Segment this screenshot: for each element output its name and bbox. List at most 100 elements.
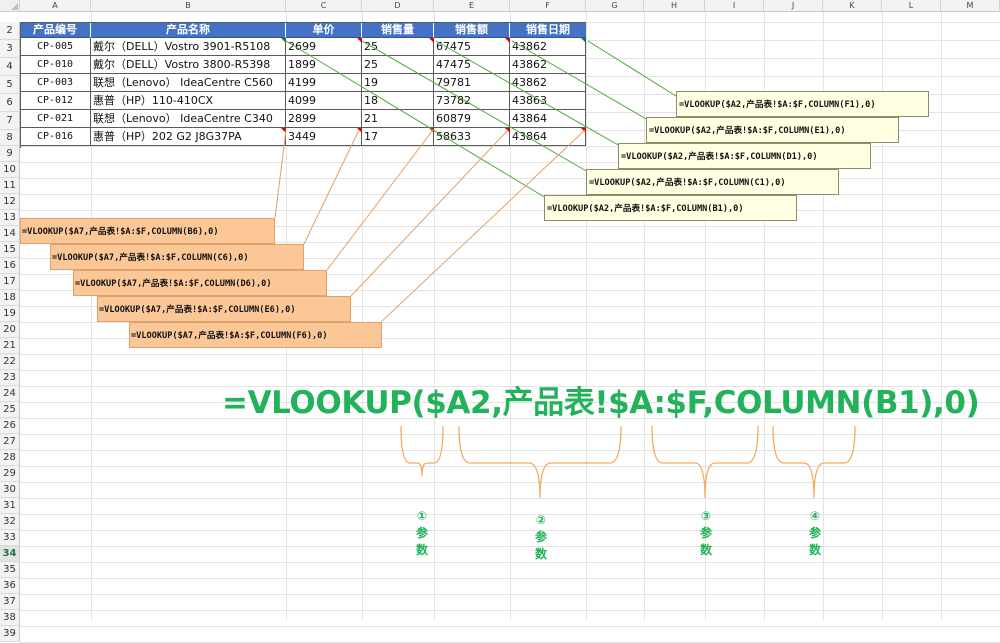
row-header-25[interactable]: 25 [0,402,20,418]
row-header-34[interactable]: 34 [0,546,20,562]
comment-yellow-f[interactable]: =VLOOKUP($A2,产品表!$A:$F,COLUMN(F1),0) [676,91,929,117]
cell-d5[interactable]: 18 [362,92,434,110]
comment-yellow-b[interactable]: =VLOOKUP($A2,产品表!$A:$F,COLUMN(B1),0) [544,195,797,221]
row-header-38[interactable]: 38 [0,610,20,626]
cell-c4[interactable]: 4199 [286,74,362,92]
cell-f7[interactable]: 43864 [510,128,586,146]
row-header-10[interactable]: 10 [0,162,20,178]
cell-e3[interactable]: 47475 [434,56,510,74]
header-cell-e[interactable]: 销售额 [434,22,510,38]
column-header-a[interactable]: A [20,0,91,12]
cell-b7[interactable]: 惠普（HP）202 G2 J8G37PA [91,128,286,146]
cell-c3[interactable]: 1899 [286,56,362,74]
row-header-30[interactable]: 30 [0,482,20,498]
cell-a5[interactable]: CP-012 [20,92,91,110]
comment-indicator[interactable] [357,38,362,43]
row-header-36[interactable]: 36 [0,578,20,594]
column-header-g[interactable]: G [586,0,644,12]
row-header-6[interactable]: 6 [0,94,20,112]
cell-d7[interactable]: 17 [362,128,434,146]
column-header-l[interactable]: L [882,0,941,12]
row-header-27[interactable]: 27 [0,434,20,450]
row-header-24[interactable]: 24 [0,386,20,402]
row-header-37[interactable]: 37 [0,594,20,610]
comment-orange-c[interactable]: =VLOOKUP($A7,产品表!$A:$F,COLUMN(C6),0) [50,244,304,270]
row-header-29[interactable]: 29 [0,466,20,482]
cell-f6[interactable]: 43864 [510,110,586,128]
comment-indicator[interactable] [581,38,586,43]
column-header-f[interactable]: F [510,0,586,12]
row-header-3[interactable]: 3 [0,40,20,58]
select-all-corner[interactable] [0,0,20,12]
row-header-31[interactable]: 31 [0,498,20,514]
cell-a6[interactable]: CP-021 [20,110,91,128]
comment-orange-f[interactable]: =VLOOKUP($A7,产品表!$A:$F,COLUMN(F6),0) [129,322,382,348]
header-cell-b[interactable]: 产品名称 [91,22,286,38]
cell-f4[interactable]: 43862 [510,74,586,92]
cell-b2[interactable]: 戴尔（DELL）Vostro 3901-R5108 [91,38,286,56]
cell-b6[interactable]: 联想（Lenovo） IdeaCentre C340 [91,110,286,128]
cell-d4[interactable]: 19 [362,74,434,92]
row-header-12[interactable]: 12 [0,194,20,210]
column-header-e[interactable]: E [434,0,510,12]
column-header-b[interactable]: B [91,0,286,12]
cell-e6[interactable]: 60879 [434,110,510,128]
cell-a3[interactable]: CP-010 [20,56,91,74]
column-header-j[interactable]: J [764,0,823,12]
row-header-21[interactable]: 21 [0,338,20,354]
cell-d2[interactable]: 25 [362,38,434,56]
row-header-5[interactable]: 5 [0,76,20,94]
column-header-d[interactable]: D [362,0,434,12]
row-header-26[interactable]: 26 [0,418,20,434]
cell-a4[interactable]: CP-003 [20,74,91,92]
cell-c7[interactable]: 3449 [286,128,362,146]
comment-indicator[interactable] [429,128,434,133]
column-header-m[interactable]: M [941,0,1000,12]
row-header-18[interactable]: 18 [0,290,20,306]
comment-indicator[interactable] [281,38,286,43]
comment-indicator[interactable] [581,128,586,133]
cell-f2[interactable]: 43862 [510,38,586,56]
row-header-22[interactable]: 22 [0,354,20,370]
row-header-8[interactable]: 8 [0,130,20,146]
row-header-19[interactable]: 19 [0,306,20,322]
comment-indicator[interactable] [357,128,362,133]
cell-b4[interactable]: 联想（Lenovo） IdeaCentre C560 [91,74,286,92]
cell-b3[interactable]: 戴尔（DELL）Vostro 3800-R5398 [91,56,286,74]
row-header-4[interactable]: 4 [0,58,20,76]
cell-e4[interactable]: 79781 [434,74,510,92]
header-cell-d[interactable]: 销售量 [362,22,434,38]
cell-b5[interactable]: 惠普（HP）110-410CX [91,92,286,110]
header-cell-c[interactable]: 单价 [286,22,362,38]
header-cell-f[interactable]: 销售日期 [510,22,586,38]
row-header-2[interactable]: 2 [0,22,20,40]
comment-indicator[interactable] [429,38,434,43]
cell-e2[interactable]: 67475 [434,38,510,56]
header-cell-a[interactable]: 产品编号 [20,22,91,38]
row-header-39[interactable]: 39 [0,626,20,642]
comment-yellow-e[interactable]: =VLOOKUP($A2,产品表!$A:$F,COLUMN(E1),0) [646,117,899,143]
cell-a2[interactable]: CP-005 [20,38,91,56]
cell-f3[interactable]: 43862 [510,56,586,74]
cell-f5[interactable]: 43863 [510,92,586,110]
comment-yellow-d[interactable]: =VLOOKUP($A2,产品表!$A:$F,COLUMN(D1),0) [618,143,871,169]
row-header-9[interactable]: 9 [0,146,20,162]
row-header-28[interactable]: 28 [0,450,20,466]
column-header-i[interactable]: I [705,0,764,12]
row-header-14[interactable]: 14 [0,226,20,242]
comment-indicator[interactable] [505,128,510,133]
row-header-16[interactable]: 16 [0,258,20,274]
row-header-20[interactable]: 20 [0,322,20,338]
row-header-15[interactable]: 15 [0,242,20,258]
comment-orange-e[interactable]: =VLOOKUP($A7,产品表!$A:$F,COLUMN(E6),0) [97,296,351,322]
comment-yellow-c[interactable]: =VLOOKUP($A2,产品表!$A:$F,COLUMN(C1),0) [586,169,839,195]
column-header-c[interactable]: C [286,0,362,12]
cell-c2[interactable]: 2699 [286,38,362,56]
comment-indicator[interactable] [281,128,286,133]
row-header-17[interactable]: 17 [0,274,20,290]
cell-c6[interactable]: 2899 [286,110,362,128]
comment-orange-b[interactable]: =VLOOKUP($A7,产品表!$A:$F,COLUMN(B6),0) [20,218,275,244]
row-header-13[interactable]: 13 [0,210,20,226]
row-header-32[interactable]: 32 [0,514,20,530]
cell-e5[interactable]: 73782 [434,92,510,110]
